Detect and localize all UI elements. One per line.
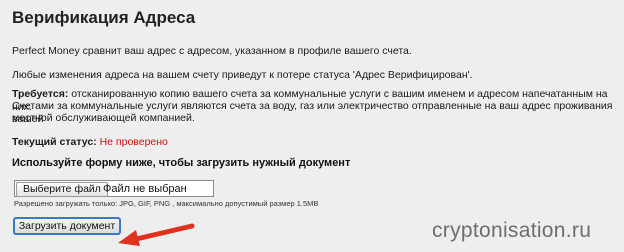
status-label: Текущий статус: [12,136,97,148]
watermark-logo: cryptonisation.ru [432,219,592,242]
form-heading: Используйте форму ниже, чтобы загрузить … [12,157,351,169]
required-label: Требуется: [12,88,69,100]
status-row: Текущий статус: Не проверено [12,136,168,149]
choose-file-button[interactable]: Выберите файл [16,182,108,197]
requirements-line-3: местной обслуживающей компанией. [12,112,195,124]
file-input[interactable]: Выберите файл Файл не выбран [14,180,214,197]
upload-document-button[interactable]: Загрузить документ [13,217,121,235]
status-badge: Не проверено [99,136,168,148]
upload-hint: Разрешено загружать только: JPG, GIF, PN… [14,199,319,208]
intro-text: Perfect Money сравнит ваш адрес с адресо… [12,45,412,57]
file-status-label: Файл не выбран [103,183,187,195]
arrow-pointer-icon [118,223,195,246]
page-title: Верификация Адреса [12,8,196,27]
warning-text: Любые изменения адреса на вашем счету пр… [12,69,473,81]
